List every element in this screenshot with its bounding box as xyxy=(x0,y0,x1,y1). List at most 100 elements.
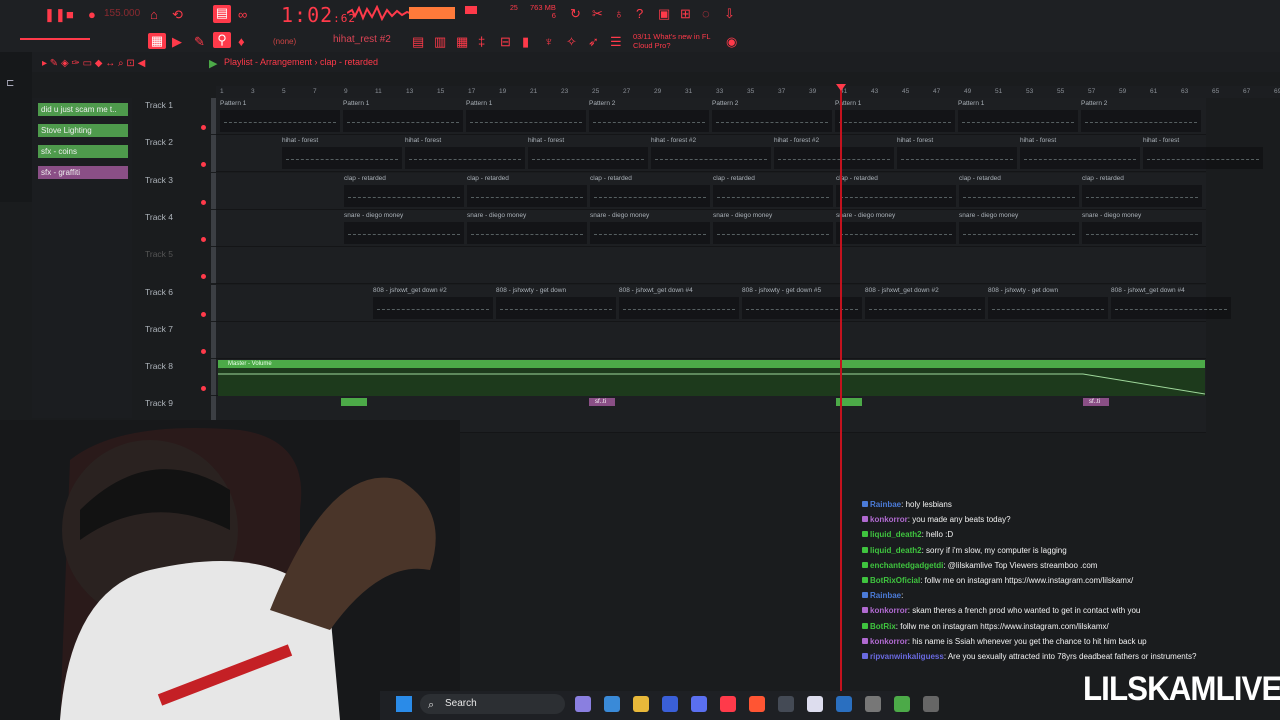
playlist-clip[interactable]: hihat - forest xyxy=(282,137,402,171)
track-label[interactable]: Track 3 xyxy=(145,175,173,185)
track-mute-dot[interactable] xyxy=(201,199,206,205)
track-grip[interactable] xyxy=(211,247,216,284)
stamp-icon[interactable]: ♦ xyxy=(238,34,245,50)
undo-icon[interactable]: ↻ xyxy=(570,6,581,22)
playlist-clip[interactable]: snare - diego money xyxy=(467,212,587,246)
play-arrangement-icon[interactable]: ▶ xyxy=(209,56,217,72)
playlist-clip[interactable]: 808 - jshxwty - get down #5 xyxy=(742,287,862,321)
track-mute-dot[interactable] xyxy=(201,274,206,280)
audio-clip[interactable]: sf..ti xyxy=(1083,398,1109,426)
playhead-marker[interactable] xyxy=(836,84,846,91)
playlist-clip[interactable]: snare - diego money xyxy=(590,212,710,246)
mic-icon[interactable]: ♁ xyxy=(614,6,624,22)
playlist-clip[interactable]: hihat - forest xyxy=(405,137,525,171)
taskbar-app-icon[interactable] xyxy=(749,696,765,712)
taskbar-app-icon[interactable] xyxy=(778,696,794,712)
playlist-clip[interactable]: hihat - forest xyxy=(897,137,1017,171)
taskbar-search[interactable] xyxy=(420,694,565,714)
playlist-clip[interactable]: snare - diego money xyxy=(959,212,1079,246)
piano-roll-icon[interactable]: ▦ xyxy=(456,34,468,50)
wait-icon[interactable]: ∞ xyxy=(238,7,247,23)
stop-icon[interactable]: ■ xyxy=(66,7,74,23)
playhead[interactable] xyxy=(840,84,842,694)
track-label[interactable]: Track 8 xyxy=(145,361,173,371)
playlist-clip[interactable]: hihat - forest xyxy=(528,137,648,171)
automation-clip[interactable]: Master - Volume xyxy=(218,360,1206,396)
taskbar-app-icon[interactable] xyxy=(923,696,939,712)
taskbar-app-icon[interactable] xyxy=(633,696,649,712)
track-label[interactable]: Track 1 xyxy=(145,100,173,110)
pattern-song-toggle[interactable]: ▤ xyxy=(213,5,231,23)
playlist-clip[interactable]: clap - retarded xyxy=(344,175,464,209)
track-mute-dot[interactable] xyxy=(201,236,206,242)
track-grip[interactable] xyxy=(211,209,216,247)
playlist-clip[interactable]: 808 - jshxwt_get down #4 xyxy=(619,287,739,321)
help-icon[interactable]: ? xyxy=(636,6,643,22)
playlist-clip[interactable]: 808 - jshxwty - get down xyxy=(496,287,616,321)
track-grip[interactable] xyxy=(211,359,216,396)
plugin-picker-icon[interactable]: ♆ xyxy=(544,34,554,50)
snap-select[interactable]: (none) xyxy=(273,37,296,46)
scissors-icon[interactable]: ✂ xyxy=(592,6,603,22)
taskbar-app-icon[interactable] xyxy=(691,696,707,712)
master-pitch-slider[interactable] xyxy=(20,38,90,40)
pause-icon[interactable]: ❚❚ xyxy=(44,7,66,23)
playlist-clip[interactable]: snare - diego money xyxy=(1082,212,1202,246)
track-mute-dot[interactable] xyxy=(201,348,206,354)
menu-icon[interactable]: ☰ xyxy=(610,34,622,50)
track-label[interactable]: Track 4 xyxy=(145,212,173,222)
playlist-clip[interactable]: clap - retarded xyxy=(467,175,587,209)
track-grip[interactable] xyxy=(211,172,216,209)
taskbar-app-icon[interactable] xyxy=(836,696,852,712)
tool-icons[interactable]: ▸ ✎ ◈ ✑ ▭ ◆ ↔ ⌕ ⊡ ◀ xyxy=(42,56,145,72)
save-icon[interactable]: ▣ xyxy=(658,6,670,22)
playlist-clip[interactable]: Pattern 2 xyxy=(1081,100,1201,134)
playlist-icon[interactable]: ▤ xyxy=(412,34,424,50)
folder-icon[interactable]: ⊏ xyxy=(6,76,14,92)
playlist-clip[interactable]: 808 - jshxwty - get down xyxy=(988,287,1108,321)
playlist-clip[interactable]: clap - retarded xyxy=(1082,175,1202,209)
track-mute-dot[interactable] xyxy=(201,311,206,317)
loop-icon[interactable]: ⟲ xyxy=(172,7,183,23)
picker-item[interactable]: Stove Lighting xyxy=(38,124,128,137)
plugin-db-icon[interactable]: ▮ xyxy=(522,34,529,50)
playlist-clip[interactable]: Pattern 1 xyxy=(343,100,463,134)
track-label[interactable]: Track 5 xyxy=(145,249,173,259)
taskbar-app-icon[interactable] xyxy=(604,696,620,712)
script-icon[interactable]: ✧ xyxy=(566,34,577,50)
track-grip[interactable] xyxy=(211,284,216,321)
picker-item[interactable]: sfx - coins xyxy=(38,145,128,158)
taskbar-app-icon[interactable] xyxy=(575,696,591,712)
playlist-clip[interactable]: hihat - forest #2 xyxy=(774,137,894,171)
playlist-clip[interactable]: Pattern 1 xyxy=(835,100,955,134)
cloud-icon[interactable]: ◉ xyxy=(726,34,737,50)
audio-clip[interactable]: sf..ti xyxy=(589,398,615,426)
track-label[interactable]: Track 9 xyxy=(145,398,173,408)
playlist-clip[interactable]: Pattern 1 xyxy=(466,100,586,134)
track-grip[interactable] xyxy=(211,321,216,359)
playlist-clip[interactable]: 808 - jshxwt_get down #2 xyxy=(373,287,493,321)
metronome-icon[interactable]: ⌂ xyxy=(150,7,158,23)
playlist-clip[interactable]: hihat - forest xyxy=(1020,137,1140,171)
playlist-clip[interactable]: snare - diego money xyxy=(713,212,833,246)
track-label[interactable]: Track 2 xyxy=(145,137,173,147)
pattern-selector[interactable]: hihat_rest #2 xyxy=(333,34,391,45)
playlist-clip[interactable]: Pattern 1 xyxy=(958,100,1078,134)
playlist-clip[interactable]: hihat - forest xyxy=(1143,137,1263,171)
playlist-clip[interactable]: clap - retarded xyxy=(590,175,710,209)
playlist-clip[interactable]: snare - diego money xyxy=(836,212,956,246)
browser-icon[interactable]: ⊟ xyxy=(500,34,511,50)
snap-icon[interactable]: ▦ xyxy=(148,33,166,49)
playlist-clip[interactable]: snare - diego money xyxy=(344,212,464,246)
track-mute-dot[interactable] xyxy=(201,125,206,130)
link-icon[interactable]: ⚲ xyxy=(213,32,231,48)
record-icon[interactable]: ● xyxy=(88,7,96,23)
track-lane[interactable] xyxy=(216,247,1206,285)
playlist-clip[interactable]: Pattern 2 xyxy=(589,100,709,134)
mixer-icon[interactable]: ‡ xyxy=(478,34,485,50)
playlist-clip[interactable]: clap - retarded xyxy=(713,175,833,209)
track-label[interactable]: Track 6 xyxy=(145,287,173,297)
tempo-display[interactable]: 155.000 xyxy=(104,8,140,22)
playlist-clip[interactable]: hihat - forest #2 xyxy=(651,137,771,171)
track-mute-dot[interactable] xyxy=(201,386,206,392)
